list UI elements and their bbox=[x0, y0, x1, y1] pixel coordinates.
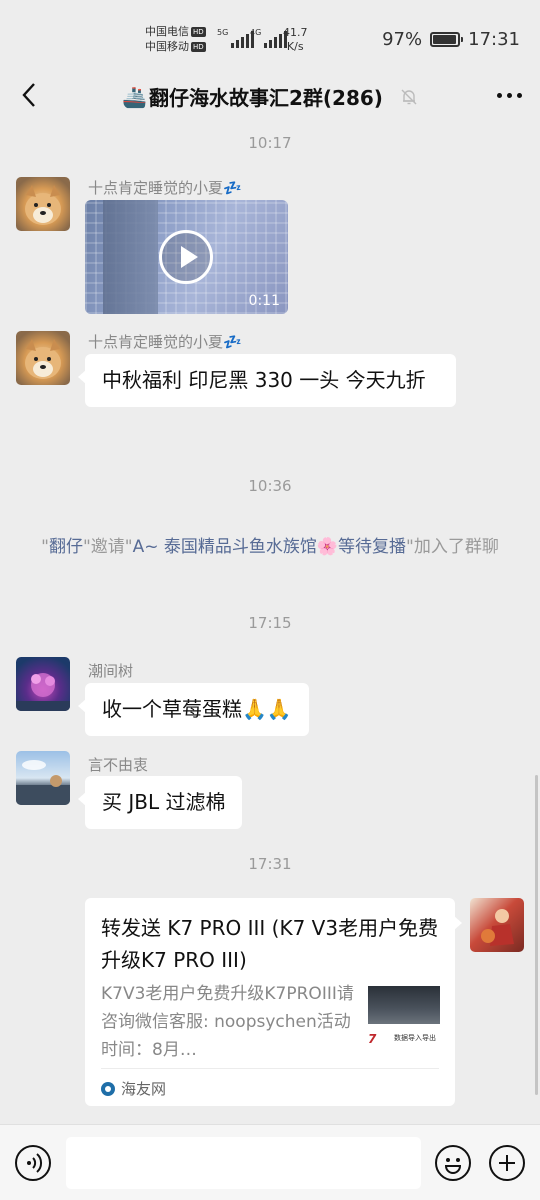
network-speed: 41.7 K/s bbox=[283, 26, 308, 53]
hd-badge: HD bbox=[191, 27, 206, 37]
inviter-link[interactable]: 翻仔 bbox=[49, 537, 83, 557]
video-message[interactable]: 0:11 bbox=[85, 200, 288, 314]
sender-name: 十点肯定睡觉的小夏💤 bbox=[88, 179, 242, 197]
landscape-avatar-icon bbox=[16, 760, 70, 805]
more-button[interactable] bbox=[492, 80, 526, 110]
invitee-link[interactable]: A~ 泰国精品斗鱼水族馆🌸等待复播 bbox=[133, 537, 406, 557]
play-icon[interactable] bbox=[159, 230, 213, 284]
coral-avatar-icon bbox=[16, 673, 70, 711]
bell-off-icon bbox=[401, 89, 417, 104]
link-source: 海友网 bbox=[101, 1078, 166, 1099]
signal-icon: 5G bbox=[217, 28, 255, 48]
timestamp: 10:36 bbox=[248, 477, 292, 495]
signal-label: 4G bbox=[250, 28, 262, 37]
voice-icon bbox=[27, 1153, 43, 1173]
chat-title: 🚢 翻仔海水故事汇2群(286) bbox=[0, 82, 540, 111]
message-list[interactable]: 10:17 十点肯定睡觉的小夏💤 0:11 十点肯定睡觉的小夏💤 中秋福利 印尼… bbox=[0, 120, 540, 1124]
carrier-info: 中国电信 HD 中国移动 HD bbox=[145, 24, 206, 54]
message-input[interactable] bbox=[66, 1137, 421, 1189]
battery-icon bbox=[430, 32, 464, 47]
scrollbar[interactable] bbox=[535, 775, 538, 1095]
shared-link-card[interactable]: 转发送 K7 PRO III (K7 V3老用户免费升级K7 PRO III) … bbox=[85, 898, 462, 1106]
message-bubble[interactable]: 中秋福利 印尼黑 330 一头 今天九折 bbox=[78, 354, 456, 407]
video-duration: 0:11 bbox=[248, 293, 280, 309]
signal-label: 5G bbox=[217, 28, 229, 37]
source-icon bbox=[101, 1081, 115, 1096]
dog-avatar-icon bbox=[25, 185, 61, 225]
my-avatar[interactable] bbox=[470, 898, 524, 952]
sender-name: 言不由衷 bbox=[88, 756, 149, 774]
carrier-2: 中国移动 bbox=[145, 40, 189, 53]
emoji-button[interactable] bbox=[435, 1145, 471, 1181]
emoji-icon bbox=[444, 1158, 462, 1174]
voice-button[interactable] bbox=[15, 1145, 51, 1181]
status-bar: 中国电信 HD 中国移动 HD 5G 4G 41.7 K/s 97% 17:31 bbox=[0, 0, 540, 80]
timestamp: 17:15 bbox=[248, 614, 292, 632]
sender-name: 十点肯定睡觉的小夏💤 bbox=[88, 333, 242, 351]
avatar[interactable] bbox=[16, 331, 70, 385]
plus-button[interactable] bbox=[489, 1145, 525, 1181]
avatar[interactable] bbox=[16, 177, 70, 231]
anime-avatar-icon bbox=[481, 909, 514, 946]
message-bubble[interactable]: 收一个草莓蛋糕🙏🙏 bbox=[78, 683, 309, 736]
input-bar bbox=[0, 1124, 540, 1200]
dog-avatar-icon bbox=[25, 339, 61, 379]
divider bbox=[101, 1068, 439, 1069]
thumbnail-logo: 7 bbox=[368, 1032, 377, 1046]
link-thumbnail: 7 数据导入导出 bbox=[368, 986, 440, 1058]
carrier-1: 中国电信 bbox=[145, 25, 189, 38]
clock: 17:31 bbox=[468, 29, 520, 50]
thumbnail-caption: 数据导入导出 bbox=[394, 1034, 436, 1042]
avatar[interactable] bbox=[16, 657, 70, 711]
signal-icon: 4G bbox=[250, 28, 288, 48]
message-bubble[interactable]: 买 JBL 过滤棉 bbox=[77, 776, 243, 829]
timestamp: 17:31 bbox=[248, 855, 292, 873]
ship-icon: 🚢 bbox=[122, 84, 147, 109]
link-description: K7V3老用户免费升级K7PROIII请咨询微信客服: noopsychen活动… bbox=[101, 984, 354, 1060]
link-title: 转发送 K7 PRO III (K7 V3老用户免费升级K7 PRO III) bbox=[101, 916, 439, 972]
chat-header: 🚢 翻仔海水故事汇2群(286) bbox=[0, 70, 540, 120]
battery-percent: 97% bbox=[382, 29, 423, 50]
timestamp: 10:17 bbox=[248, 134, 292, 152]
more-dots-icon bbox=[496, 92, 502, 98]
chat-title-text: 翻仔海水故事汇2群(286) bbox=[148, 86, 383, 110]
sender-name: 潮间树 bbox=[88, 662, 134, 680]
avatar[interactable] bbox=[16, 751, 70, 805]
hd-badge: HD bbox=[191, 42, 206, 52]
system-notice: "翻仔"邀请"A~ 泰国精品斗鱼水族馆🌸等待复播"加入了群聊 bbox=[41, 537, 499, 557]
